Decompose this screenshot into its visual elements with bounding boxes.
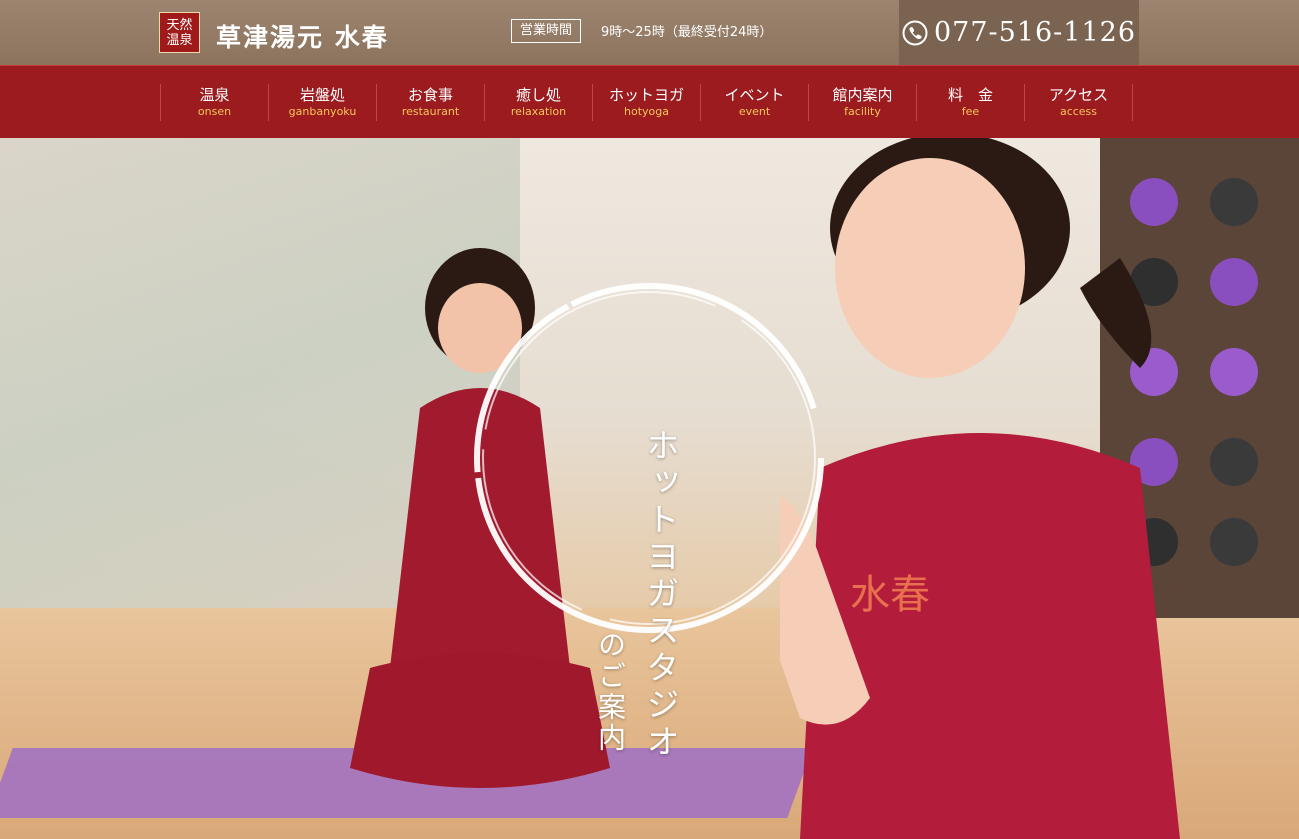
nav-item-label: 館内案内 (832, 86, 893, 104)
hours-value: 9時～25時（最終受付24時） (601, 25, 773, 40)
nav-item-facility[interactable]: 館内案内 facility (808, 84, 916, 121)
nav-item-label: お食事 (407, 86, 453, 104)
hours-label: 営業時間 (511, 19, 582, 43)
nav-item-access[interactable]: アクセス access (1024, 84, 1133, 121)
nav-item-sublabel: hotyoga (624, 105, 669, 118)
header-bar: 天然 温泉 草津湯元 水春 営業時間 9時～25時（最終受付24時） 077-5… (0, 0, 1299, 65)
nav-item-event[interactable]: イベント event (700, 84, 808, 121)
nav-item-sublabel: onsen (197, 105, 232, 118)
nav-item-label: アクセス (1048, 86, 1109, 104)
badge-text: 天然 温泉 (166, 17, 193, 48)
nav-item-sublabel: event (738, 105, 771, 118)
nav-item-sublabel: fee (961, 105, 980, 118)
nav-item-sublabel: facility (844, 105, 881, 118)
nav-item-sublabel: restaurant (401, 105, 460, 118)
nav-item-label: 癒し処 (515, 86, 561, 104)
onsen-badge[interactable]: 天然 温泉 (159, 12, 200, 53)
hero-title: ホットヨガスタジオ (641, 428, 680, 761)
phone-number: 077-516-1126 (933, 17, 1137, 48)
phone-link[interactable]: 077-516-1126 (899, 0, 1139, 65)
nav-item-sublabel: relaxation (510, 105, 567, 118)
phone-icon (902, 20, 928, 45)
foreground-woman-figure: 水春 (780, 138, 1180, 839)
nav-item-sublabel: access (1059, 105, 1098, 118)
svg-text:水春: 水春 (850, 572, 930, 618)
nav-item-onsen[interactable]: 温泉 onsen (160, 84, 268, 121)
nav-item-label: 温泉 (199, 86, 230, 104)
nav-item-fee[interactable]: 料 金 fee (916, 84, 1024, 121)
site-logo-name[interactable]: 草津湯元 水春 (216, 18, 389, 54)
hero-subtitle: のご案内 (594, 630, 627, 754)
nav-item-ganbanyoku[interactable]: 岩盤処 ganbanyoku (268, 84, 376, 121)
nav-item-hotyoga[interactable]: ホットヨガ hotyoga (592, 84, 700, 121)
nav-item-sublabel: ganbanyoku (288, 105, 357, 118)
nav-item-label: ホットヨガ (608, 86, 684, 104)
nav-item-label: イベント (724, 86, 785, 104)
nav-item-relaxation[interactable]: 癒し処 relaxation (484, 84, 592, 121)
hero-image: 水春 ホットヨガスタジオ のご案内 (0, 138, 1299, 839)
nav-item-label: 岩盤処 (299, 86, 345, 104)
main-nav: 温泉 onsen 岩盤処 ganbanyoku お食事 restaurant 癒し処 rela… (0, 65, 1299, 138)
nav-item-restaurant[interactable]: お食事 restaurant (376, 84, 484, 121)
nav-item-label: 料 金 (947, 86, 993, 104)
